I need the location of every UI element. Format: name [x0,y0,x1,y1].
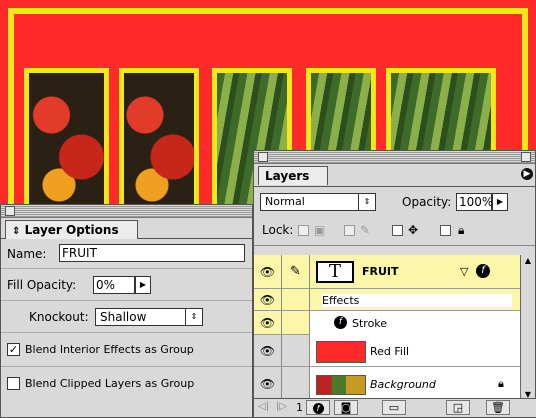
layer-name-effects: Effects [322,294,512,307]
chevron-updown-icon: ⇕ [185,309,202,325]
effects-f-icon: f [312,403,324,414]
layer-row-stroke[interactable]: 👁︎ f Stroke [254,311,522,335]
tab-layer-options[interactable]: ⇕ Layer Options [5,220,138,239]
lock-image-checkbox[interactable] [344,223,355,237]
folder-icon: ▭ [388,401,400,414]
lock-transparency-checkbox[interactable] [298,223,309,237]
new-set-button[interactable]: ▭ [382,400,406,415]
layers-footer: ◁| |▷ 1 f ◙ ▭ ◲ 🗑︎ [254,398,536,417]
knockout-row: Knockout: Shallow ⇕ [1,301,252,333]
brush-lock-icon: ✎ [360,223,371,237]
chevron-updown-icon: ⇕ [12,226,21,237]
add-effect-button[interactable]: f [306,400,330,415]
layer-options-palette[interactable]: ⇕ Layer Options Name: FRUIT Fill Opacity… [0,204,253,418]
knockout-label: Knockout: [29,310,89,324]
new-layer-icon: ◲ [452,401,464,414]
eye-icon[interactable]: 👁︎ [254,311,282,334]
name-input[interactable]: FRUIT [59,244,245,262]
effects-f-icon: f [334,316,347,329]
blend-clipped-row: Blend Clipped Layers as Group [1,367,252,401]
knockout-value: Shallow [100,310,147,324]
knockout-select[interactable]: Shallow ⇕ [95,308,203,326]
layers-tabstrip: Layers ▶ [254,164,535,187]
lock-position-checkbox[interactable] [392,223,403,237]
lock-row: Lock: ▣ ✎ ✥ 🔒︎ [254,217,535,246]
frame-back-icon[interactable]: ◁| [258,401,269,412]
blend-clipped-checkbox[interactable] [7,377,20,390]
move-icon: ✥ [408,223,419,237]
layers-palette[interactable]: Layers ▶ Normal ⇕ Opacity: 100% ▶ Lock: … [253,150,536,418]
lock-all-checkbox[interactable] [440,223,451,237]
brush-slot [282,367,310,400]
layer-name-background[interactable]: Background [370,378,436,391]
layer-row-background[interactable]: 👁︎ Background 🔒︎ [254,367,522,401]
footer-count: 1 [296,401,303,414]
chevron-updown-icon: ⇕ [358,194,375,210]
blend-mode-select[interactable]: Normal ⇕ [260,193,376,211]
eye-icon[interactable]: 👁︎ [254,335,282,366]
opacity-arrow-button[interactable]: ▶ [492,193,508,211]
background-thumb [316,375,366,395]
fill-opacity-label: Fill Opacity: [7,278,77,292]
mask-icon: ◙ [340,401,352,414]
blend-interior-checkbox[interactable]: ✓ [7,343,20,356]
opacity-input[interactable]: 100% [456,193,493,211]
opacity-label: Opacity: [402,195,452,209]
effects-f-icon: f [476,264,490,278]
eye-icon[interactable]: 👁︎ [254,367,282,400]
scroll-up-icon[interactable]: ▲ [522,255,534,267]
options-tabstrip: ⇕ Layer Options [1,218,252,239]
blend-controls: Normal ⇕ Opacity: 100% ▶ [254,187,535,217]
layer-name-red-fill[interactable]: Red Fill [370,345,409,358]
blend-interior-row: ✓ Blend Interior Effects as Group [1,333,252,367]
close-box-icon[interactable] [5,206,15,216]
layers-titlebar[interactable] [254,151,535,164]
blend-mode-value: Normal [265,195,305,208]
layer-row-effects[interactable]: 👁︎ Effects [254,289,522,311]
layer-list: 👁︎ ✎ T FRUIT ▽ f 👁︎ Effects 👁︎ f Stroke … [254,255,522,401]
brush-slot [282,335,310,366]
options-titlebar[interactable] [1,205,252,218]
layer-row-fruit[interactable]: 👁︎ ✎ T FRUIT ▽ f [254,255,522,289]
tab-layer-options-label: Layer Options [24,223,119,237]
frame-forward-icon[interactable]: |▷ [276,401,287,412]
lock-label: Lock: [262,223,294,237]
add-mask-button[interactable]: ◙ [334,400,358,415]
brush-slot [282,289,310,310]
close-box-icon[interactable] [258,152,268,162]
padlock-icon: 🔒︎ [458,223,465,237]
collapse-triangle-icon[interactable]: ▽ [460,265,468,278]
trash-icon: 🗑︎ [491,401,505,414]
brush-icon[interactable]: ✎ [282,255,310,288]
layer-row-red-fill[interactable]: 👁︎ Red Fill [254,335,522,367]
blend-interior-label: Blend Interior Effects as Group [25,343,194,356]
new-layer-button[interactable]: ◲ [446,400,470,415]
fill-opacity-input[interactable]: 0% [93,276,135,294]
tab-layers[interactable]: Layers [258,166,329,185]
name-label: Name: [7,247,47,261]
fill-opacity-row: Fill Opacity: 0% ▶ [1,269,252,301]
lock-transparency-icon: ▣ [314,223,326,237]
eye-icon[interactable]: 👁︎ [254,255,282,288]
fill-opacity-arrow-button[interactable]: ▶ [135,276,151,294]
eye-icon[interactable]: 👁︎ [254,289,282,310]
layers-scrollbar[interactable]: ▲ ▼ [520,255,535,401]
artwork-letter-r [119,68,199,218]
name-row: Name: FRUIT [1,239,252,269]
zoom-box-icon[interactable] [521,152,531,162]
brush-slot [282,311,310,334]
layer-name-fruit[interactable]: FRUIT [362,265,399,278]
blend-clipped-label: Blend Clipped Layers as Group [25,377,195,390]
padlock-icon: 🔒︎ [498,377,504,390]
palette-menu-icon[interactable]: ▶ [521,168,533,180]
layer-name-stroke[interactable]: Stroke [352,317,387,330]
red-fill-thumb [316,341,366,363]
artwork-letter-f [24,68,109,218]
text-layer-thumb-icon: T [316,261,354,283]
delete-layer-button[interactable]: 🗑︎ [486,400,510,415]
